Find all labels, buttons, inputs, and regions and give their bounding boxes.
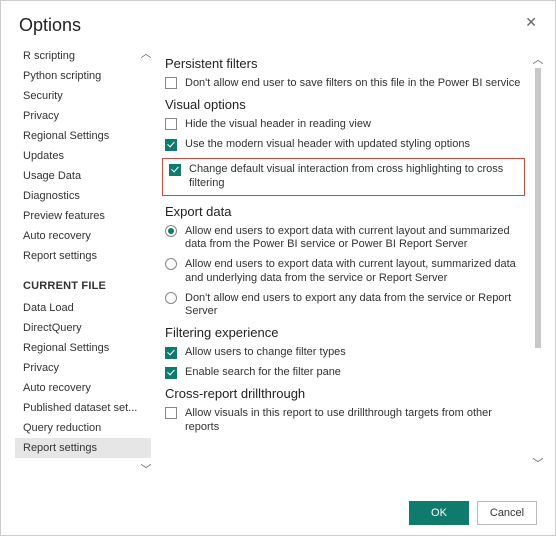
label-persistent-filters: Don't allow end user to save filters on … (185, 77, 525, 91)
sidebar-item-global-5[interactable]: Updates (15, 146, 151, 166)
section-visual-options: Visual options (165, 97, 525, 112)
sidebar-item-current-2[interactable]: Regional Settings (15, 338, 151, 358)
section-filtering-experience: Filtering experience (165, 325, 525, 340)
radio-export-0[interactable] (165, 225, 177, 237)
radio-export-2[interactable] (165, 292, 177, 304)
label-change-filter-types: Allow users to change filter types (185, 346, 525, 360)
sidebar-item-global-10[interactable]: Report settings (15, 246, 151, 266)
sidebar-item-global-6[interactable]: Usage Data (15, 166, 151, 186)
label-search-filter-pane: Enable search for the filter pane (185, 366, 525, 380)
section-export-data: Export data (165, 204, 525, 219)
sidebar-item-global-4[interactable]: Regional Settings (15, 126, 151, 146)
highlight-cross-filtering: Change default visual interaction from c… (162, 158, 525, 196)
sidebar-item-global-3[interactable]: Privacy (15, 106, 151, 126)
label-modern-visual-header: Use the modern visual header with update… (185, 138, 525, 152)
chevron-up-icon[interactable]: ︿ (139, 46, 153, 60)
sidebar-scrollbar[interactable]: ︿ ﹀ (139, 46, 153, 476)
sidebar-item-global-9[interactable]: Auto recovery (15, 226, 151, 246)
sidebar-item-current-7[interactable]: Report settings (15, 438, 151, 458)
sidebar-item-current-0[interactable]: Data Load (15, 298, 151, 318)
label-hide-visual-header: Hide the visual header in reading view (185, 118, 525, 132)
close-icon[interactable]: ✕ (525, 15, 537, 29)
label-cross-filtering: Change default visual interaction from c… (189, 163, 518, 191)
checkbox-change-filter-types[interactable] (165, 347, 177, 359)
checkbox-search-filter-pane[interactable] (165, 367, 177, 379)
options-main-panel: Persistent filters Don't allow end user … (153, 46, 545, 476)
scrollbar-thumb[interactable] (535, 68, 541, 348)
label-export-1: Allow end users to export data with curr… (185, 258, 525, 286)
ok-button[interactable]: OK (409, 501, 469, 525)
checkbox-modern-visual-header[interactable] (165, 139, 177, 151)
sidebar-item-current-3[interactable]: Privacy (15, 358, 151, 378)
sidebar-item-current-1[interactable]: DirectQuery (15, 318, 151, 338)
options-sidebar: R scriptingPython scriptingSecurityPriva… (15, 46, 153, 476)
chevron-up-icon[interactable]: ︿ (531, 52, 545, 66)
sidebar-item-current-6[interactable]: Query reduction (15, 418, 151, 438)
radio-export-1[interactable] (165, 258, 177, 270)
sidebar-item-current-5[interactable]: Published dataset set... (15, 398, 151, 418)
section-persistent-filters: Persistent filters (165, 56, 525, 71)
sidebar-item-global-8[interactable]: Preview features (15, 206, 151, 226)
chevron-down-icon[interactable]: ﹀ (531, 456, 545, 470)
sidebar-item-global-7[interactable]: Diagnostics (15, 186, 151, 206)
dialog-title: Options (19, 15, 81, 36)
sidebar-item-global-2[interactable]: Security (15, 86, 151, 106)
sidebar-item-global-0[interactable]: R scripting (15, 46, 151, 66)
checkbox-cross-filtering[interactable] (169, 164, 181, 176)
main-scrollbar[interactable]: ︿ ﹀ (533, 52, 543, 470)
label-export-0: Allow end users to export data with curr… (185, 225, 525, 253)
label-cross-report-drillthrough: Allow visuals in this report to use dril… (185, 407, 525, 435)
checkbox-persistent-filters[interactable] (165, 77, 177, 89)
sidebar-item-global-1[interactable]: Python scripting (15, 66, 151, 86)
sidebar-item-current-4[interactable]: Auto recovery (15, 378, 151, 398)
chevron-down-icon[interactable]: ﹀ (139, 462, 153, 476)
label-export-2: Don't allow end users to export any data… (185, 292, 525, 320)
sidebar-heading-current-file: CURRENT FILE (15, 266, 151, 298)
checkbox-hide-visual-header[interactable] (165, 118, 177, 130)
checkbox-cross-report-drillthrough[interactable] (165, 407, 177, 419)
cancel-button[interactable]: Cancel (477, 501, 537, 525)
section-cross-report-drillthrough: Cross-report drillthrough (165, 386, 525, 401)
